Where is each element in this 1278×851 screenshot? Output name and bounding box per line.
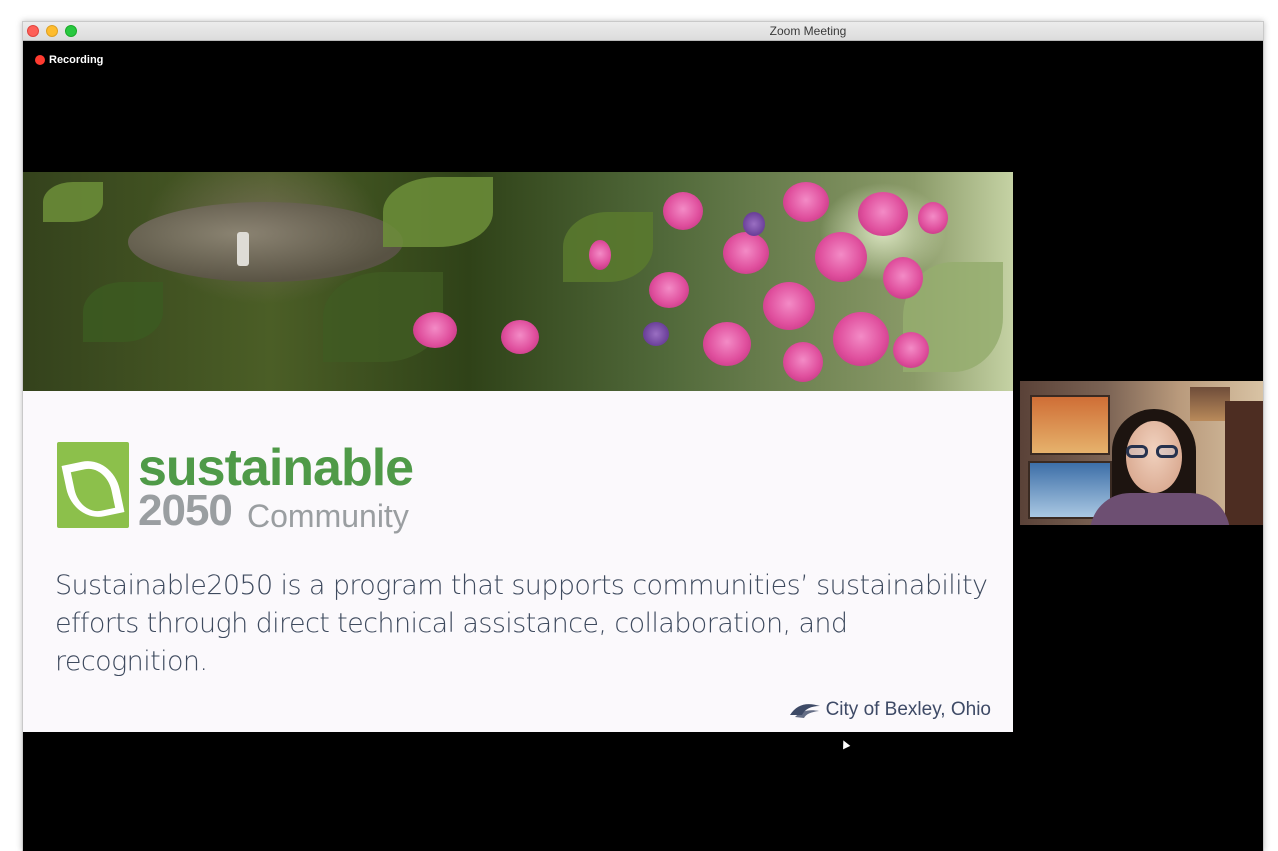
- fountain-spout: [237, 232, 249, 266]
- shared-screen-slide: sustainable 2050 Community Sustainable20…: [23, 172, 1013, 732]
- petunia-flower: [783, 182, 829, 222]
- petunia-flower: [918, 202, 948, 234]
- petunia-flower: [743, 212, 765, 236]
- petunia-flower: [501, 320, 539, 354]
- fountain-shape: [128, 202, 403, 282]
- foliage-shape: [383, 177, 493, 247]
- flowers-banner-image: [23, 172, 1013, 391]
- sustainable2050-logo: sustainable 2050 Community: [57, 439, 417, 535]
- logo-number: 2050: [138, 486, 233, 535]
- wall-painting: [1190, 387, 1230, 421]
- recording-indicator[interactable]: Recording: [35, 54, 103, 66]
- foliage-shape: [43, 182, 103, 222]
- petunia-flower: [893, 332, 929, 368]
- petunia-flower: [703, 322, 751, 366]
- petunia-flower: [815, 232, 867, 282]
- petunia-flower: [833, 312, 889, 366]
- petunia-flower: [783, 342, 823, 382]
- participant-video-tile[interactable]: [1020, 381, 1263, 525]
- petunia-flower: [413, 312, 457, 348]
- city-label: City of Bexley, Ohio: [825, 699, 991, 720]
- slide-body-text: Sustainable2050 is a program that suppor…: [55, 570, 988, 677]
- zoom-meeting-window: Zoom Meeting Recording sustainable 2050 …: [22, 21, 1264, 851]
- door-shape: [1225, 401, 1263, 525]
- recording-dot-icon: [35, 55, 45, 65]
- mouse-pointer-icon: [839, 738, 851, 750]
- bexley-seal-icon: [789, 704, 820, 718]
- petunia-flower: [763, 282, 815, 330]
- city-footer: City of Bexley, Ohio: [789, 699, 991, 721]
- glasses-icon: [1156, 445, 1178, 458]
- title-bar[interactable]: Zoom Meeting: [23, 22, 1263, 41]
- window-title: Zoom Meeting: [769, 24, 847, 38]
- leaf-logo-icon: [57, 442, 129, 528]
- petunia-flower: [663, 192, 703, 230]
- recording-label: Recording: [49, 54, 104, 66]
- petunia-flower: [858, 192, 908, 236]
- foliage-shape: [83, 282, 163, 342]
- petunia-flower: [649, 272, 689, 308]
- logo-word-community: Community: [247, 498, 409, 534]
- wall-painting: [1030, 395, 1110, 455]
- petunia-flower: [883, 257, 923, 299]
- glasses-icon: [1126, 445, 1148, 458]
- petunia-flower: [643, 322, 669, 346]
- participant-shirt: [1090, 493, 1230, 525]
- petunia-flower: [589, 240, 611, 270]
- petunia-flower: [723, 232, 769, 274]
